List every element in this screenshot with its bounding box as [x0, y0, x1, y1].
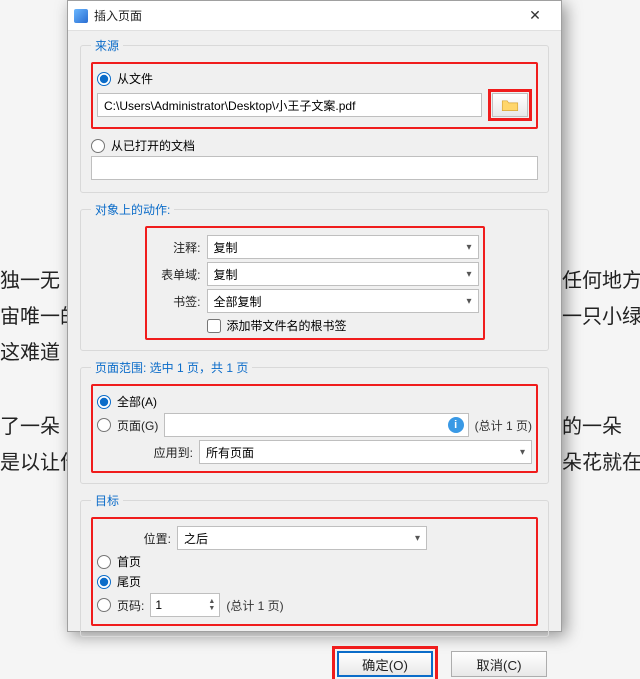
open-doc-input[interactable]	[91, 156, 538, 180]
bg-text: 了一朵	[0, 410, 60, 439]
window-title: 插入页面	[94, 7, 509, 24]
annot-combo[interactable]: 复制 ▾	[207, 235, 479, 259]
dest-legend: 目标	[91, 492, 123, 509]
folder-icon	[501, 98, 519, 112]
bookmark-label: 书签:	[151, 293, 201, 310]
radio-from-open[interactable]	[91, 139, 105, 153]
page-number-value: 1	[155, 598, 162, 612]
radio-last-page[interactable]	[97, 575, 111, 589]
range-legend: 页面范围: 选中 1 页，共 1 页	[91, 359, 252, 376]
apply-to-combo[interactable]: 所有页面 ▾	[199, 440, 532, 464]
page-number-label: 页码:	[117, 597, 144, 614]
titlebar: 插入页面 ✕	[68, 1, 561, 31]
position-label: 位置:	[121, 530, 171, 547]
radio-all-pages[interactable]	[97, 395, 111, 409]
dest-group: 目标 位置: 之后 ▾ 首页 尾页	[80, 492, 549, 637]
insert-pages-dialog: 插入页面 ✕ 来源 从文件	[67, 0, 562, 632]
apply-to-label: 应用到:	[119, 444, 193, 461]
chevron-down-icon: ▾	[466, 242, 471, 253]
from-file-label: 从文件	[117, 70, 153, 87]
total-pages-1: (总计 1 页)	[475, 417, 532, 434]
root-bookmark-label: 添加带文件名的根书签	[227, 317, 347, 334]
page-number-spinner[interactable]: 1 ▲▼	[150, 593, 220, 617]
file-path-input[interactable]	[97, 93, 482, 117]
bookmark-value: 全部复制	[214, 293, 262, 310]
dest-highlight: 位置: 之后 ▾ 首页 尾页 页码:	[91, 517, 538, 626]
close-button[interactable]: ✕	[515, 4, 555, 28]
total-pages-2: (总计 1 页)	[226, 597, 283, 614]
form-value: 复制	[214, 266, 238, 283]
chevron-down-icon: ▾	[466, 296, 471, 307]
spinner-arrows: ▲▼	[208, 598, 215, 612]
page-range-input[interactable]: i	[164, 413, 468, 437]
ok-button[interactable]: 确定(O)	[337, 651, 433, 677]
range-group: 页面范围: 选中 1 页，共 1 页 全部(A) 页面(G) i (总计 1 页…	[80, 359, 549, 484]
bg-text: 独一无	[0, 264, 60, 293]
bg-text: 的一朵	[562, 410, 622, 439]
bg-text: 任何地方	[562, 264, 640, 293]
radio-page-range[interactable]	[97, 418, 111, 432]
app-icon	[74, 9, 88, 23]
browse-highlight	[488, 89, 532, 121]
root-bookmark-checkbox[interactable]	[207, 319, 221, 333]
source-highlight: 从文件	[91, 62, 538, 129]
annot-label: 注释:	[151, 239, 201, 256]
info-icon: i	[448, 417, 464, 433]
radio-first-page[interactable]	[97, 555, 111, 569]
pages-label: 页面(G)	[117, 417, 158, 434]
from-open-label: 从已打开的文档	[111, 137, 195, 154]
source-legend: 来源	[91, 37, 123, 54]
position-value: 之后	[184, 530, 208, 547]
bg-text: 朵花就在基	[562, 446, 640, 475]
button-bar: 确定(O) 取消(C)	[68, 645, 561, 679]
bookmark-combo[interactable]: 全部复制 ▾	[207, 289, 479, 313]
bg-text: 这难道	[0, 336, 60, 365]
form-label: 表单域:	[151, 266, 201, 283]
browse-button[interactable]	[492, 93, 528, 117]
chevron-down-icon: ▾	[466, 269, 471, 280]
actions-group: 对象上的动作: 注释: 复制 ▾ 表单域: 复制 ▾	[80, 201, 549, 351]
last-page-label: 尾页	[117, 573, 141, 590]
radio-page-number[interactable]	[97, 598, 111, 612]
bg-text: 一只小绿	[562, 300, 640, 329]
apply-to-value: 所有页面	[206, 444, 254, 461]
position-combo[interactable]: 之后 ▾	[177, 526, 427, 550]
first-page-label: 首页	[117, 553, 141, 570]
actions-highlight: 注释: 复制 ▾ 表单域: 复制 ▾ 书签: 全部复制	[145, 226, 485, 340]
form-combo[interactable]: 复制 ▾	[207, 262, 479, 286]
range-highlight: 全部(A) 页面(G) i (总计 1 页) 应用到: 所有页面 ▾	[91, 384, 538, 473]
all-pages-label: 全部(A)	[117, 393, 157, 410]
annot-value: 复制	[214, 239, 238, 256]
source-group: 来源 从文件	[80, 37, 549, 193]
cancel-button[interactable]: 取消(C)	[451, 651, 547, 677]
chevron-down-icon: ▾	[415, 533, 420, 544]
actions-legend: 对象上的动作:	[91, 201, 174, 218]
radio-from-file[interactable]	[97, 72, 111, 86]
chevron-down-icon: ▾	[520, 447, 525, 458]
